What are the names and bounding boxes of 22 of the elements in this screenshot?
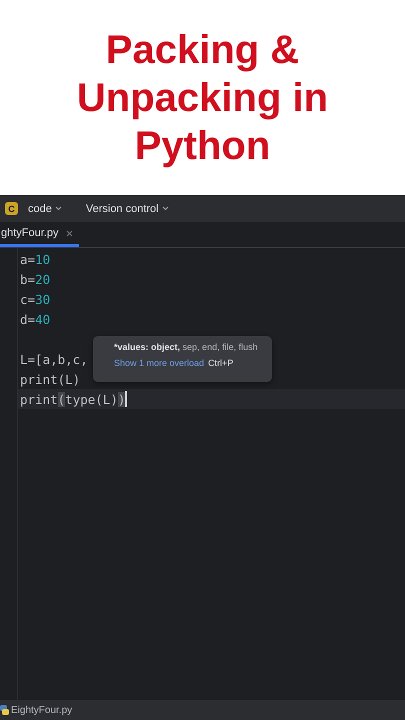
version-control-menu[interactable]: Version control [82, 202, 173, 214]
headline-text: Packing & [106, 26, 300, 74]
headline-text: Python [134, 122, 270, 170]
code-line: b=20 [20, 272, 50, 286]
file-name: EightyFour.py [11, 704, 72, 716]
code-line: a=10 [20, 252, 50, 266]
code-line: c=30 [20, 292, 50, 306]
close-icon[interactable] [66, 230, 74, 236]
project-menu[interactable]: code [24, 202, 66, 214]
headline-text: Unpacking in [76, 74, 328, 122]
overload-link[interactable]: Show 1 more overload [114, 358, 204, 368]
chevron-icon [162, 206, 169, 211]
shortcut-text: Ctrl+P [208, 358, 234, 368]
code-line: d=40 [20, 312, 50, 326]
code-line: print(L) [20, 372, 80, 386]
python-file-icon [0, 705, 9, 715]
chevron-icon [54, 206, 62, 211]
text-cursor [125, 391, 127, 407]
signature-text: *values: object, sep, end, file, flush [114, 342, 259, 352]
code-line: L=[a,b,c, [20, 352, 88, 366]
project-badge: C [5, 202, 18, 215]
code-line: print(type(L)) [20, 392, 126, 406]
